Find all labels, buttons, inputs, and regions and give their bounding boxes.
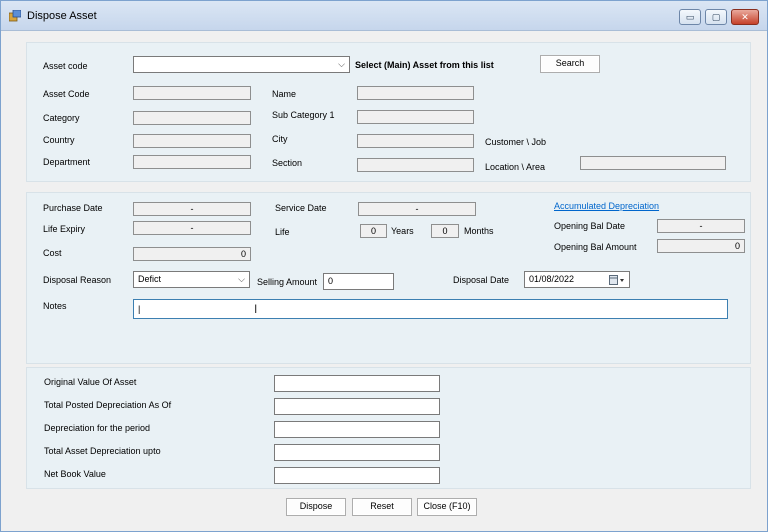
- close-window-button[interactable]: ✕: [731, 9, 759, 25]
- notes-label: Notes: [43, 301, 67, 311]
- maximize-button[interactable]: ▢: [705, 9, 727, 25]
- life-label: Life: [275, 227, 290, 237]
- valuation-panel: Original Value Of Asset Total Posted Dep…: [26, 367, 751, 489]
- period-depreciation-label: Depreciation for the period: [44, 423, 151, 433]
- total-asset-depreciation-label: Total Asset Depreciation upto: [44, 446, 161, 456]
- life-expiry-label: Life Expiry: [43, 224, 86, 234]
- section-label: Section: [272, 158, 303, 168]
- years-label: Years: [391, 226, 414, 236]
- section-field: [357, 158, 474, 172]
- chevron-down-icon: ⌵: [338, 59, 345, 69]
- period-depreciation-field[interactable]: [274, 421, 440, 438]
- text-cursor-icon: I: [254, 302, 258, 316]
- search-button-label: Search: [555, 58, 585, 68]
- notes-input[interactable]: |: [133, 299, 728, 319]
- subcategory-label: Sub Category 1: [272, 110, 335, 120]
- months-label: Months: [464, 226, 494, 236]
- close-icon: ✕: [741, 12, 749, 22]
- disposal-reason-value: Defict: [138, 274, 162, 284]
- name-label: Name: [272, 89, 297, 99]
- subcategory-field: [357, 110, 474, 124]
- window-title: Dispose Asset: [27, 10, 97, 22]
- accumulated-depreciation-link[interactable]: Accumulated Depreciation: [554, 201, 659, 211]
- minimize-button[interactable]: ▭: [679, 9, 701, 25]
- category-label: Category: [43, 113, 80, 123]
- name-field: [357, 86, 474, 100]
- total-asset-depreciation-field[interactable]: [274, 444, 440, 461]
- customer-job-label: Customer \ Job: [485, 137, 547, 147]
- chevron-down-icon: ⌵: [238, 274, 245, 284]
- cost-field: 0: [133, 247, 251, 261]
- asset-info-panel: Asset code ⌵ Select (Main) Asset from th…: [26, 42, 751, 182]
- disposal-reason-dropdown[interactable]: Defict ⌵: [133, 271, 250, 288]
- minimize-icon: ▭: [685, 12, 695, 22]
- location-area-field: [580, 156, 726, 170]
- dispose-asset-window: Dispose Asset ▭ ▢ ✕ Asset code ⌵ Select …: [0, 0, 768, 532]
- total-posted-label: Total Posted Depreciation As Of: [44, 400, 172, 410]
- service-date-label: Service Date: [275, 203, 327, 213]
- opening-bal-amount-label: Opening Bal Amount: [554, 242, 637, 252]
- disposal-panel: Purchase Date - Service Date - Accumulat…: [26, 192, 751, 364]
- dispose-button[interactable]: Dispose: [286, 498, 346, 516]
- life-expiry-field: -: [133, 221, 251, 235]
- maximize-icon: ▢: [711, 12, 721, 22]
- country-field: [133, 134, 251, 148]
- asset-code-label: Asset code: [43, 61, 88, 71]
- select-asset-hint: Select (Main) Asset from this list: [355, 60, 494, 70]
- calendar-dropdown-icon[interactable]: [609, 275, 625, 285]
- country-label: Country: [43, 135, 75, 145]
- location-area-label: Location \ Area: [485, 162, 546, 172]
- selling-amount-label: Selling Amount: [257, 277, 318, 287]
- department-label: Department: [43, 157, 91, 167]
- net-book-value-label: Net Book Value: [44, 469, 106, 479]
- reset-button[interactable]: Reset: [352, 498, 412, 516]
- search-button[interactable]: Search: [540, 55, 600, 73]
- service-date-field: -: [358, 202, 476, 216]
- opening-bal-amount-field: 0: [657, 239, 745, 253]
- life-months-field: 0: [431, 224, 459, 238]
- life-years-field: 0: [360, 224, 387, 238]
- city-label: City: [272, 134, 288, 144]
- total-posted-field[interactable]: [274, 398, 440, 415]
- city-field: [357, 134, 474, 148]
- asset-code2-label: Asset Code: [43, 89, 90, 99]
- original-value-field[interactable]: [274, 375, 440, 392]
- selling-amount-input[interactable]: 0: [323, 273, 394, 290]
- purchase-date-label: Purchase Date: [43, 203, 103, 213]
- opening-bal-date-field: -: [657, 219, 745, 233]
- purchase-date-field: -: [133, 202, 251, 216]
- close-button[interactable]: Close (F10): [417, 498, 477, 516]
- net-book-value-field[interactable]: [274, 467, 440, 484]
- category-field: [133, 111, 251, 125]
- disposal-reason-label: Disposal Reason: [43, 275, 112, 285]
- title-bar: Dispose Asset ▭ ▢ ✕: [1, 1, 767, 31]
- department-field: [133, 155, 251, 169]
- original-value-label: Original Value Of Asset: [44, 377, 137, 387]
- asset-code-dropdown[interactable]: ⌵: [133, 56, 350, 73]
- disposal-date-label: Disposal Date: [453, 275, 510, 285]
- cost-label: Cost: [43, 248, 62, 258]
- disposal-date-picker[interactable]: 01/08/2022: [524, 271, 630, 288]
- app-icon: [9, 10, 21, 22]
- asset-code-field: [133, 86, 251, 100]
- opening-bal-date-label: Opening Bal Date: [554, 221, 626, 231]
- disposal-date-value: 01/08/2022: [529, 274, 575, 284]
